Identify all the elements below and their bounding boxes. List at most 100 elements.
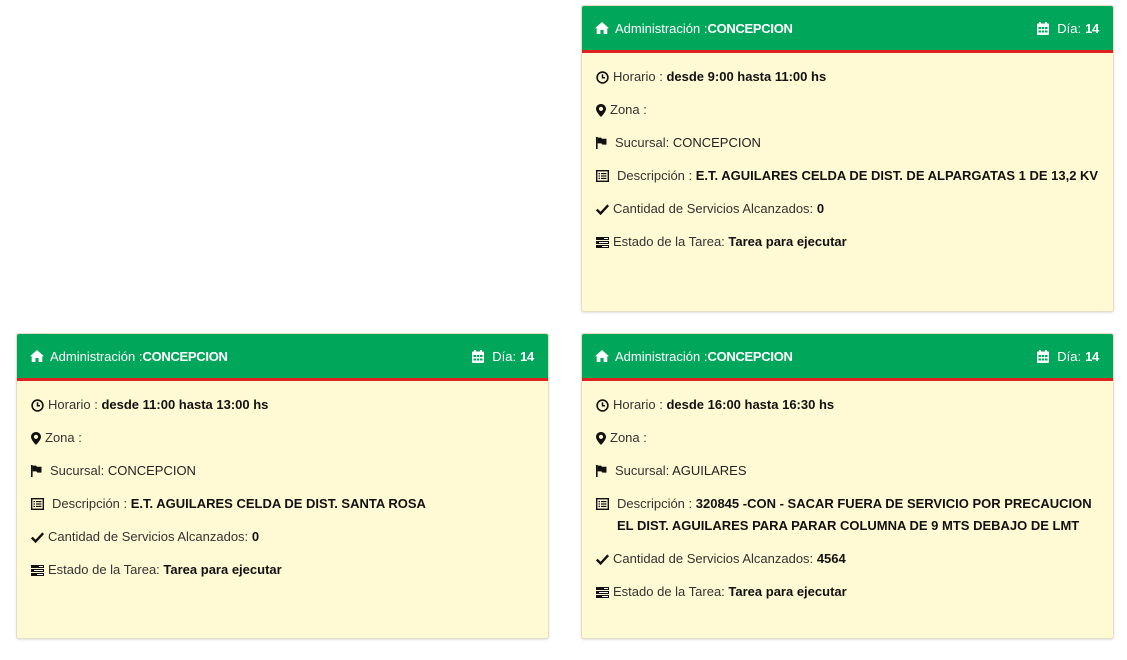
cantidad-label: Cantidad de Servicios Alcanzados: [613, 551, 814, 566]
home-icon [595, 22, 609, 34]
descripcion-label: Descripción : [52, 496, 128, 511]
descripcion-value: E.T. AGUILARES CELDA DE DIST. SANTA ROSA [130, 496, 426, 511]
map-marker-icon [596, 427, 606, 449]
estado-label: Estado de la Tarea: [613, 234, 725, 249]
sucursal-label: Sucursal: [50, 463, 105, 478]
admin-label: Administración : [50, 348, 143, 364]
sucursal-label: Sucursal: [615, 135, 670, 150]
day-label: Día: [492, 348, 517, 364]
horario-label: Horario [48, 397, 91, 412]
task-card: Administración : CONCEPCION Día: 14 Horari… [581, 5, 1114, 312]
clock-icon [596, 66, 609, 88]
card-header: Administración : CONCEPCION Día: 14 [17, 334, 548, 381]
flag-icon [596, 460, 607, 482]
task-card: Administración : CONCEPCION Día: 14 Horari… [16, 333, 549, 639]
cantidad-row: Cantidad de Servicios Alcanzados: 0 [31, 526, 534, 548]
horario-value: desde 16:00 hasta 16:30 hs [666, 397, 835, 412]
descripcion-value: E.T. AGUILARES CELDA DE DIST. DE ALPARGA… [695, 168, 1099, 183]
home-icon [30, 350, 44, 362]
descripcion-row: Descripción : 320845 -CON - SACAR FUERA … [596, 493, 1099, 537]
horario-label: Horario [613, 397, 656, 412]
descripcion-row: Descripción : E.T. AGUILARES CELDA DE DI… [596, 165, 1099, 187]
clock-icon [31, 394, 44, 416]
horario-label: Horario [613, 69, 656, 84]
estado-row: Estado de la Tarea: Tarea para ejecutar [596, 231, 1099, 253]
list-alt-icon [596, 493, 609, 515]
admin-value: CONCEPCION [707, 348, 793, 364]
cantidad-row: Cantidad de Servicios Alcanzados: 0 [596, 198, 1099, 220]
horario-row: Horario : desde 9:00 hasta 11:00 hs [596, 66, 1099, 88]
descripcion-label: Descripción : [617, 496, 693, 511]
task-card: Administración : CONCEPCION Día: 14 Horari… [581, 333, 1114, 639]
horario-value: desde 11:00 hasta 13:00 hs [101, 397, 269, 412]
administracion-title: Administración : CONCEPCION [595, 349, 793, 364]
flag-icon [31, 460, 42, 482]
day-value: 14 [1085, 20, 1099, 36]
cantidad-value: 0 [816, 201, 825, 216]
day-value: 14 [520, 348, 534, 364]
map-marker-icon [31, 427, 41, 449]
horario-row: Horario : desde 11:00 hasta 13:00 hs [31, 394, 534, 416]
clock-icon [596, 394, 609, 416]
day-label: Día: [1057, 348, 1082, 364]
card-body: Horario : desde 11:00 hasta 13:00 hs Zon… [17, 381, 548, 581]
day-label: Día: [1057, 20, 1082, 36]
card-header: Administración : CONCEPCION Día: 14 [582, 6, 1113, 53]
calendar-icon [472, 349, 485, 363]
dia-indicator: Día: 14 [1037, 349, 1099, 364]
list-alt-icon [31, 493, 44, 515]
card-header: Administración : CONCEPCION Día: 14 [582, 334, 1113, 381]
sucursal-label: Sucursal: [615, 463, 670, 478]
day-value: 14 [1085, 348, 1099, 364]
estado-value: Tarea para ejecutar [163, 562, 282, 577]
estado-label: Estado de la Tarea: [48, 562, 160, 577]
sucursal-row: Sucursal: CONCEPCION [596, 132, 1099, 154]
zona-row: Zona : [596, 427, 1099, 449]
zona-label: Zona : [610, 102, 647, 117]
list-alt-icon [596, 165, 609, 187]
sucursal-row: Sucursal: CONCEPCION [31, 460, 534, 482]
cantidad-value: 0 [251, 529, 260, 544]
estado-value: Tarea para ejecutar [728, 584, 847, 599]
sucursal-value: CONCEPCION [107, 463, 196, 478]
admin-label: Administración : [615, 348, 708, 364]
administracion-title: Administración : CONCEPCION [30, 349, 228, 364]
dia-indicator: Día: 14 [1037, 21, 1099, 36]
tasks-icon [596, 581, 609, 603]
flag-icon [596, 132, 607, 154]
admin-value: CONCEPCION [707, 20, 793, 36]
zona-label: Zona : [610, 430, 647, 445]
home-icon [595, 350, 609, 362]
descripcion-row: Descripción : E.T. AGUILARES CELDA DE DI… [31, 493, 534, 515]
map-marker-icon [596, 99, 606, 121]
sucursal-value: CONCEPCION [672, 135, 761, 150]
cantidad-label: Cantidad de Servicios Alcanzados: [613, 201, 814, 216]
administracion-title: Administración : CONCEPCION [595, 21, 793, 36]
zona-label: Zona : [45, 430, 82, 445]
tasks-icon [31, 559, 44, 581]
zona-row: Zona : [596, 99, 1099, 121]
card-body: Horario : desde 16:00 hasta 16:30 hs Zon… [582, 381, 1113, 603]
check-icon [596, 548, 609, 570]
estado-row: Estado de la Tarea: Tarea para ejecutar [596, 581, 1099, 603]
estado-label: Estado de la Tarea: [613, 584, 725, 599]
estado-value: Tarea para ejecutar [728, 234, 847, 249]
card-body: Horario : desde 9:00 hasta 11:00 hs Zona… [582, 53, 1113, 253]
tasks-icon [596, 231, 609, 253]
horario-row: Horario : desde 16:00 hasta 16:30 hs [596, 394, 1099, 416]
sucursal-row: Sucursal: AGUILARES [596, 460, 1099, 482]
dia-indicator: Día: 14 [472, 349, 534, 364]
check-icon [31, 526, 44, 548]
cantidad-label: Cantidad de Servicios Alcanzados: [48, 529, 249, 544]
cantidad-value: 4564 [816, 551, 846, 566]
sucursal-value: AGUILARES [672, 463, 747, 478]
cantidad-row: Cantidad de Servicios Alcanzados: 4564 [596, 548, 1099, 570]
admin-value: CONCEPCION [142, 348, 228, 364]
calendar-icon [1037, 21, 1050, 35]
calendar-icon [1037, 349, 1050, 363]
admin-label: Administración : [615, 20, 708, 36]
zona-row: Zona : [31, 427, 534, 449]
estado-row: Estado de la Tarea: Tarea para ejecutar [31, 559, 534, 581]
horario-value: desde 9:00 hasta 11:00 hs [666, 69, 827, 84]
descripcion-label: Descripción : [617, 168, 693, 183]
